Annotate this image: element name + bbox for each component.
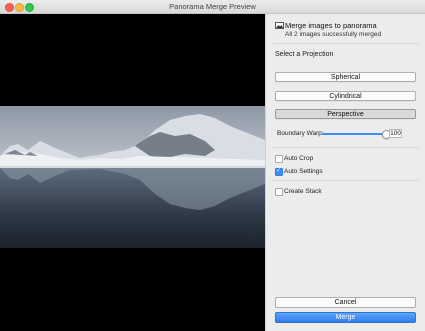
panorama-preview-image <box>0 106 265 248</box>
auto-settings-checkbox[interactable] <box>275 167 283 176</box>
header-title: Merge images to panorama <box>285 21 377 30</box>
spherical-projection-button[interactable]: Spherical <box>275 72 416 82</box>
boundary-warp-label: Boundary Warp: <box>277 130 324 137</box>
cancel-button[interactable]: Cancel <box>275 297 416 308</box>
auto-settings-label: Auto Settings <box>284 168 323 175</box>
merge-status-text: All 2 images successfully merged <box>285 31 382 38</box>
boundary-warp-slider-fill <box>322 133 385 135</box>
minimize-window-button[interactable] <box>15 3 24 12</box>
projection-section-label: Select a Projection <box>275 51 334 58</box>
cylindrical-projection-button[interactable]: Cylindrical <box>275 91 416 101</box>
auto-crop-checkbox[interactable] <box>275 155 283 163</box>
zoom-window-button[interactable] <box>25 3 34 12</box>
panorama-preview-area <box>0 14 265 331</box>
create-stack-checkbox[interactable] <box>275 188 283 196</box>
boundary-warp-slider[interactable] <box>322 130 391 139</box>
auto-crop-label: Auto Crop <box>284 155 314 162</box>
window-title: Panorama Merge Preview <box>169 2 256 11</box>
divider <box>273 43 419 44</box>
boundary-warp-value-field[interactable]: 100 <box>389 129 402 138</box>
perspective-projection-button[interactable]: Perspective <box>275 109 416 119</box>
panorama-icon <box>275 22 284 29</box>
panorama-merge-window: Panorama Merge Preview Merge images to p… <box>0 0 425 331</box>
close-window-button[interactable] <box>5 3 14 12</box>
title-bar: Panorama Merge Preview <box>0 0 425 14</box>
settings-panel: Merge images to panorama All 2 images su… <box>265 14 425 331</box>
divider <box>273 180 419 181</box>
create-stack-label: Create Stack <box>284 188 322 195</box>
divider <box>273 147 419 148</box>
merge-button[interactable]: Merge <box>275 312 416 323</box>
